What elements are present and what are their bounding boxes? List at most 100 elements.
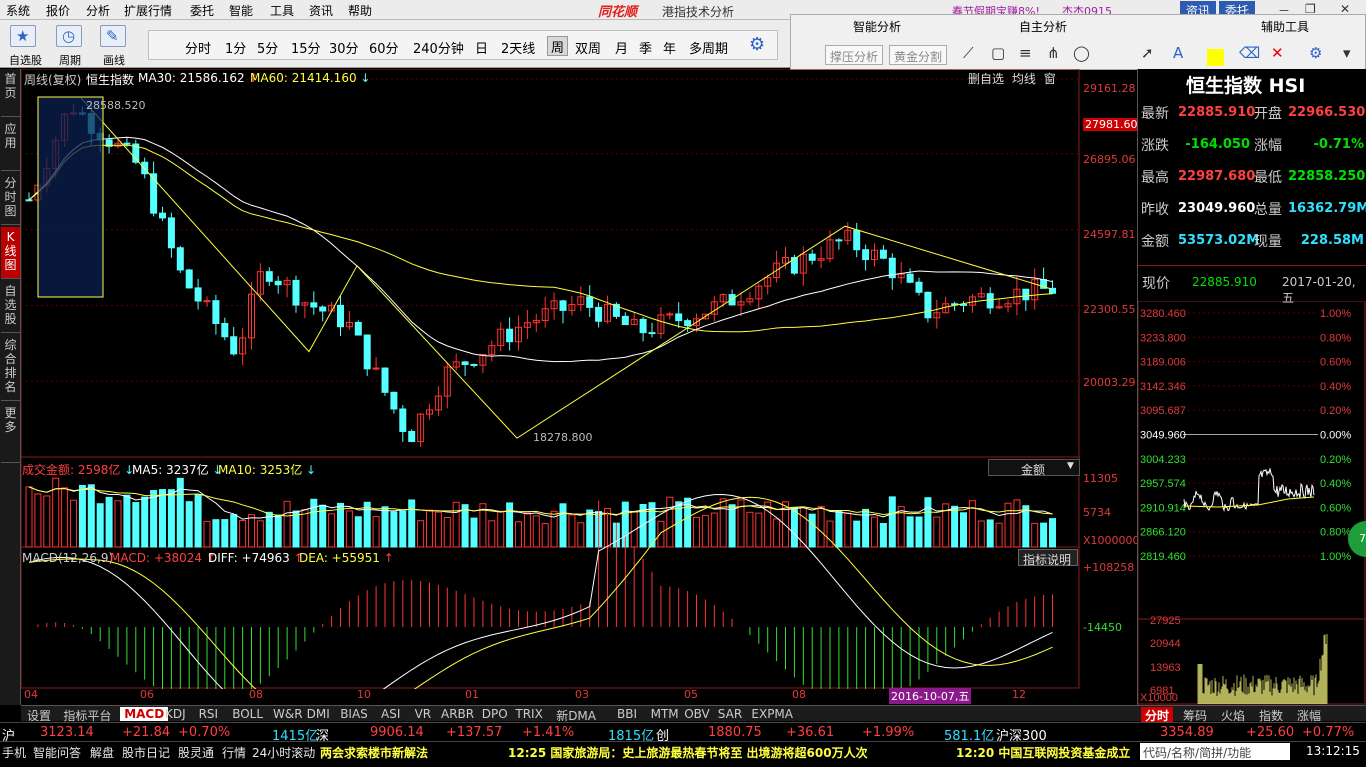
left-tab-1[interactable]: 应用 (1, 119, 20, 171)
indicator-tab-VR[interactable]: VR (411, 707, 436, 721)
text-tool-icon[interactable]: A (1173, 44, 1183, 62)
quote-label-3b: 总量 (1254, 202, 1282, 218)
period-2天线[interactable]: 2天线 (501, 38, 535, 57)
period-多周期[interactable]: 多周期 (689, 38, 728, 57)
period-周[interactable]: 周 (547, 36, 569, 56)
indicator-tab-KDJ[interactable]: KDJ (161, 707, 190, 721)
x-tick-4: 01 (465, 688, 479, 701)
color-swatch-icon[interactable]: ■ (1205, 44, 1226, 69)
menu-1[interactable]: 报价 (46, 2, 70, 19)
period-季[interactable]: 季 (639, 38, 652, 57)
indicator-tab-RSI[interactable]: RSI (195, 707, 223, 721)
candle-body (808, 253, 816, 261)
volume-bar (523, 512, 531, 548)
news-headline-3[interactable]: 12:20 中国互联网投资基金成立 (956, 744, 1130, 761)
indicator-tab-SAR[interactable]: SAR (714, 707, 746, 721)
news-headline-2[interactable]: 12:25 国家旅游局：史上旅游最热春节将至 出境游将超600万人次 (508, 744, 868, 761)
period-240分钟[interactable]: 240分钟 (413, 38, 464, 57)
indicator-tab-DPO[interactable]: DPO (478, 707, 512, 721)
search-input[interactable]: 代码/名称/简拼/功能 (1140, 743, 1290, 760)
status-item-6[interactable]: 24小时滚动 (252, 744, 315, 761)
indicator-tab-EXPMA[interactable]: EXPMA (747, 707, 797, 721)
more-icon[interactable]: ▾ (1343, 44, 1351, 62)
indicator-tab-W&R[interactable]: W&R (269, 707, 307, 721)
fan-tool-icon[interactable]: ⋔ (1047, 44, 1060, 62)
left-tab-4[interactable]: 自选股 (1, 281, 20, 333)
status-item-3[interactable]: 股市日记 (122, 744, 170, 761)
draw-line-icon[interactable]: ✎ (100, 25, 126, 47)
left-tab-5[interactable]: 综合排名 (1, 335, 20, 401)
period-双周[interactable]: 双周 (575, 38, 601, 57)
rect-tool-icon[interactable]: ▢ (991, 44, 1005, 62)
ellipse-tool-icon[interactable]: ◯ (1073, 44, 1090, 62)
settings-gear-icon[interactable]: ⚙ (749, 34, 765, 55)
minute-tick-left-7: 2957.574 (1140, 478, 1186, 490)
menu-4[interactable]: 委托 (190, 2, 214, 19)
indicator-tab-BOLL[interactable]: BOLL (228, 707, 267, 721)
candle-body (461, 361, 469, 365)
left-tab-6[interactable]: 更多 (1, 403, 20, 463)
minute-chart[interactable]: 3280.460 1.00% 3233.800 0.80% 3189.006 0.60% 3… (1138, 301, 1366, 705)
period-30分[interactable]: 30分 (329, 38, 359, 57)
volume-type-dropdown[interactable]: 金额 ▼ (988, 459, 1080, 477)
volume-bar (283, 500, 291, 548)
indicator-tab-TRIX[interactable]: TRIX (511, 707, 546, 721)
pointer-tool-icon[interactable]: ➚ (1141, 44, 1154, 62)
period-1分[interactable]: 1分 (225, 38, 246, 57)
indicator-tab-DMI[interactable]: DMI (303, 707, 334, 721)
minute-tick-left-4: 3095.687 (1140, 405, 1186, 417)
period-月[interactable]: 月 (615, 38, 628, 57)
indicator-tab-MTM[interactable]: MTM (647, 707, 683, 721)
status-item-4[interactable]: 股灵通 (178, 744, 214, 761)
period-分时[interactable]: 分时 (185, 38, 211, 57)
status-item-2[interactable]: 解盘 (90, 744, 114, 761)
indicator-tab-BIAS[interactable]: BIAS (336, 707, 372, 721)
period-5分[interactable]: 5分 (257, 38, 278, 57)
menu-8[interactable]: 帮助 (348, 2, 372, 19)
indicator-tab-BBI[interactable]: BBI (613, 707, 641, 721)
volume-bar (452, 501, 460, 548)
eraser-icon[interactable]: ⌫ (1239, 44, 1260, 62)
menu-5[interactable]: 智能 (229, 2, 253, 19)
left-tab-2[interactable]: 分时图 (1, 173, 20, 225)
channel-tool-icon[interactable]: ≡ (1019, 44, 1032, 62)
trend-arrow-icon: ↓ (302, 463, 317, 477)
line-tool-icon[interactable]: ⟋ (963, 44, 974, 62)
menu-7[interactable]: 资讯 (309, 2, 333, 19)
status-item-0[interactable]: 手机 (2, 744, 26, 761)
support-resistance-button[interactable]: 撑压分析 (825, 45, 884, 65)
menu-0[interactable]: 系统 (6, 2, 30, 19)
status-item-1[interactable]: 智能问答 (33, 744, 81, 761)
period-日[interactable]: 日 (475, 38, 488, 57)
period-年[interactable]: 年 (663, 38, 676, 57)
delete-watchlist-button[interactable]: 删自选 (968, 72, 1004, 86)
menu-3[interactable]: 扩展行情 (124, 2, 172, 19)
gear-icon[interactable]: ⚙ (1309, 44, 1322, 62)
indicator-tab-ASI[interactable]: ASI (377, 707, 404, 721)
period-icon[interactable]: ◷ (56, 25, 82, 47)
kline-chart-svg[interactable] (20, 68, 1080, 730)
golden-section-button[interactable]: 黄金分割 (889, 45, 948, 65)
ma-button[interactable]: 均线 (1012, 72, 1036, 86)
minute-vol-tick-4: X10000 (1140, 692, 1178, 704)
period-15分[interactable]: 15分 (291, 38, 321, 57)
left-tab-3[interactable]: K线图 (1, 227, 20, 279)
indicator-help-button[interactable]: 指标说明 (1018, 549, 1078, 567)
news-headline-1[interactable]: 两会求索楼市新解法 (320, 744, 428, 761)
candle-body (274, 280, 282, 286)
menu-2[interactable]: 分析 (86, 2, 110, 19)
status-item-5[interactable]: 行情 (222, 744, 246, 761)
kline-chart-area[interactable] (20, 68, 1080, 730)
indicator-tab-ARBR[interactable]: ARBR (437, 707, 478, 721)
window-button[interactable]: 窗 (1044, 72, 1056, 86)
delete-icon[interactable]: ✕ (1271, 44, 1284, 62)
volume-bar (808, 513, 816, 548)
period-60分[interactable]: 60分 (369, 38, 399, 57)
volume-bar (159, 489, 166, 548)
left-tab-0[interactable]: 首页 (1, 69, 20, 117)
volume-bar (70, 499, 77, 548)
watchlist-icon[interactable]: ★ (10, 25, 36, 47)
menu-6[interactable]: 工具 (270, 2, 294, 19)
indicator-tab-OBV[interactable]: OBV (680, 707, 714, 721)
volume-bar (265, 511, 273, 548)
